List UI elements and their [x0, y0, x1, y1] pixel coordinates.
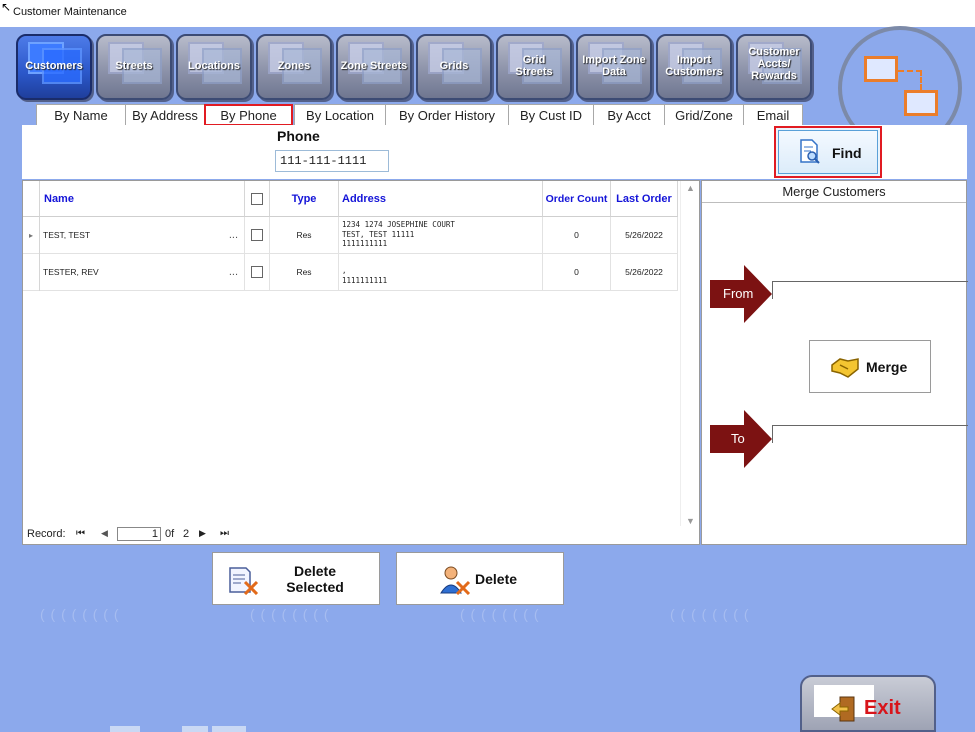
tab-grid-zone[interactable]: Grid/Zone	[664, 104, 744, 126]
taskbar-fragment	[182, 726, 208, 732]
nav-tile-grid-streets[interactable]: Grid Streets	[496, 34, 572, 100]
merge-from-field[interactable]	[772, 281, 968, 299]
record-number-input[interactable]: 1	[117, 527, 161, 541]
tab-by-address[interactable]: By Address	[125, 104, 205, 126]
record-label: Record:	[27, 528, 66, 540]
cell-name: TESTER, REV ...	[40, 254, 245, 291]
record-of-label: 0f	[165, 528, 175, 540]
merge-button[interactable]: Merge	[809, 340, 931, 393]
cell-last-order: 5/26/2022	[611, 217, 678, 254]
merge-header: Merge Customers	[702, 181, 966, 203]
nav-tile-import-zone-data[interactable]: Import Zone Data	[576, 34, 652, 100]
cell-order-count: 0	[543, 217, 611, 254]
nav-tile-customers[interactable]: Customers	[16, 34, 92, 100]
cell-select	[245, 217, 270, 254]
customer-grid: Name Type Address Order Count Last Order…	[22, 180, 700, 545]
cell-select	[245, 254, 270, 291]
from-arrow-icon: From	[710, 265, 772, 323]
tab-by-acct[interactable]: By Acct	[593, 104, 665, 126]
exit-button[interactable]: Exit	[800, 675, 936, 732]
select-all-checkbox[interactable]	[251, 193, 263, 205]
cell-type: Res	[270, 254, 339, 291]
column-header-select-all	[245, 181, 270, 217]
row-header-corner	[23, 181, 40, 217]
name-ellipsis-button[interactable]: ...	[229, 217, 238, 254]
column-header-address[interactable]: Address	[339, 181, 543, 217]
nav-tile-grids[interactable]: Grids	[416, 34, 492, 100]
merge-to-field[interactable]	[772, 425, 968, 443]
tab-by-cust-id[interactable]: By Cust ID	[508, 104, 594, 126]
nav-tile-streets[interactable]: Streets	[96, 34, 172, 100]
background-watermark-icon: ( ( ( ( ( ( ( (	[670, 606, 750, 622]
nav-tile-zones[interactable]: Zones	[256, 34, 332, 100]
cell-address: 1234 1274 JOSEPHINE COURT TEST, TEST 111…	[339, 217, 543, 254]
current-row-indicator-icon: ▸	[23, 217, 40, 254]
mouse-cursor-icon: ↖	[1, 0, 12, 14]
column-header-order-count[interactable]: Order Count	[543, 181, 611, 217]
row-selector	[23, 254, 40, 291]
taskbar-fragment	[212, 726, 246, 732]
last-record-icon[interactable]: ⏭	[220, 528, 229, 539]
table-row[interactable]: ▸ TEST, TEST ... Res 1234 1274 JOSEPHINE…	[23, 217, 678, 254]
grid-vertical-scrollbar[interactable]: ▲ ▼	[680, 181, 699, 526]
title-bar: ↖ Customer Maintenance	[0, 0, 975, 27]
row-checkbox[interactable]	[251, 266, 263, 278]
exit-door-icon	[831, 696, 855, 722]
window-title: Customer Maintenance	[13, 6, 127, 18]
cell-address: , 1111111111	[339, 254, 543, 291]
row-checkbox[interactable]	[251, 229, 263, 241]
record-navigator: Record: ⏮ ◀ 1 0f 2 ▶ ⏭	[23, 524, 699, 544]
prev-record-icon[interactable]: ◀	[101, 528, 108, 539]
tab-email[interactable]: Email	[743, 104, 803, 126]
cell-name: TEST, TEST ...	[40, 217, 245, 254]
find-icon	[800, 139, 820, 164]
search-tab-strip: By Name By Address By Phone By Location …	[22, 104, 744, 126]
phone-label: Phone	[277, 128, 320, 144]
nav-tile-zone-streets[interactable]: Zone Streets	[336, 34, 412, 100]
nav-tile-customer-rewards[interactable]: Customer Accts/ Rewards	[736, 34, 812, 100]
tab-by-name[interactable]: By Name	[36, 104, 126, 126]
column-header-name[interactable]: Name	[40, 181, 245, 217]
column-header-last-order[interactable]: Last Order	[611, 181, 678, 217]
find-button[interactable]: Find	[774, 126, 882, 178]
delete-selected-button[interactable]: Delete Selected	[212, 552, 380, 605]
cell-order-count: 0	[543, 254, 611, 291]
nav-tile-import-customers[interactable]: Import Customers	[656, 34, 732, 100]
customer-maintenance-window: ↖ Customer Maintenance Customers Streets…	[0, 0, 975, 732]
background-watermark-icon: ( ( ( ( ( ( ( (	[40, 606, 120, 622]
tab-by-location[interactable]: By Location	[294, 104, 386, 126]
phone-input[interactable]: 111-111-1111	[275, 150, 389, 172]
taskbar-fragment	[110, 726, 140, 732]
nav-tile-locations[interactable]: Locations	[176, 34, 252, 100]
next-record-icon[interactable]: ▶	[199, 528, 206, 539]
background-watermark-icon: ( ( ( ( ( ( ( (	[250, 606, 330, 622]
name-ellipsis-button[interactable]: ...	[229, 254, 238, 291]
first-record-icon[interactable]: ⏮	[76, 528, 85, 539]
search-panel: Phone 111-111-1111 Find	[22, 125, 967, 179]
handshake-icon	[831, 358, 859, 378]
background-watermark-icon: ( ( ( ( ( ( ( (	[460, 606, 540, 622]
tab-by-order-history[interactable]: By Order History	[385, 104, 509, 126]
column-header-type[interactable]: Type	[270, 181, 339, 217]
cell-type: Res	[270, 217, 339, 254]
cell-last-order: 5/26/2022	[611, 254, 678, 291]
record-total: 2	[183, 528, 190, 540]
delete-button[interactable]: Delete	[396, 552, 564, 605]
merge-customers-panel: Merge Customers From Merge To	[701, 180, 968, 545]
delete-selected-icon	[229, 567, 259, 595]
delete-user-icon	[440, 566, 471, 595]
table-row[interactable]: TESTER, REV ... Res , 1111111111 0 5/26/…	[23, 254, 678, 291]
to-arrow-icon: To	[710, 410, 772, 468]
scroll-up-icon[interactable]: ▲	[686, 183, 695, 193]
tab-by-phone[interactable]: By Phone	[204, 104, 293, 126]
